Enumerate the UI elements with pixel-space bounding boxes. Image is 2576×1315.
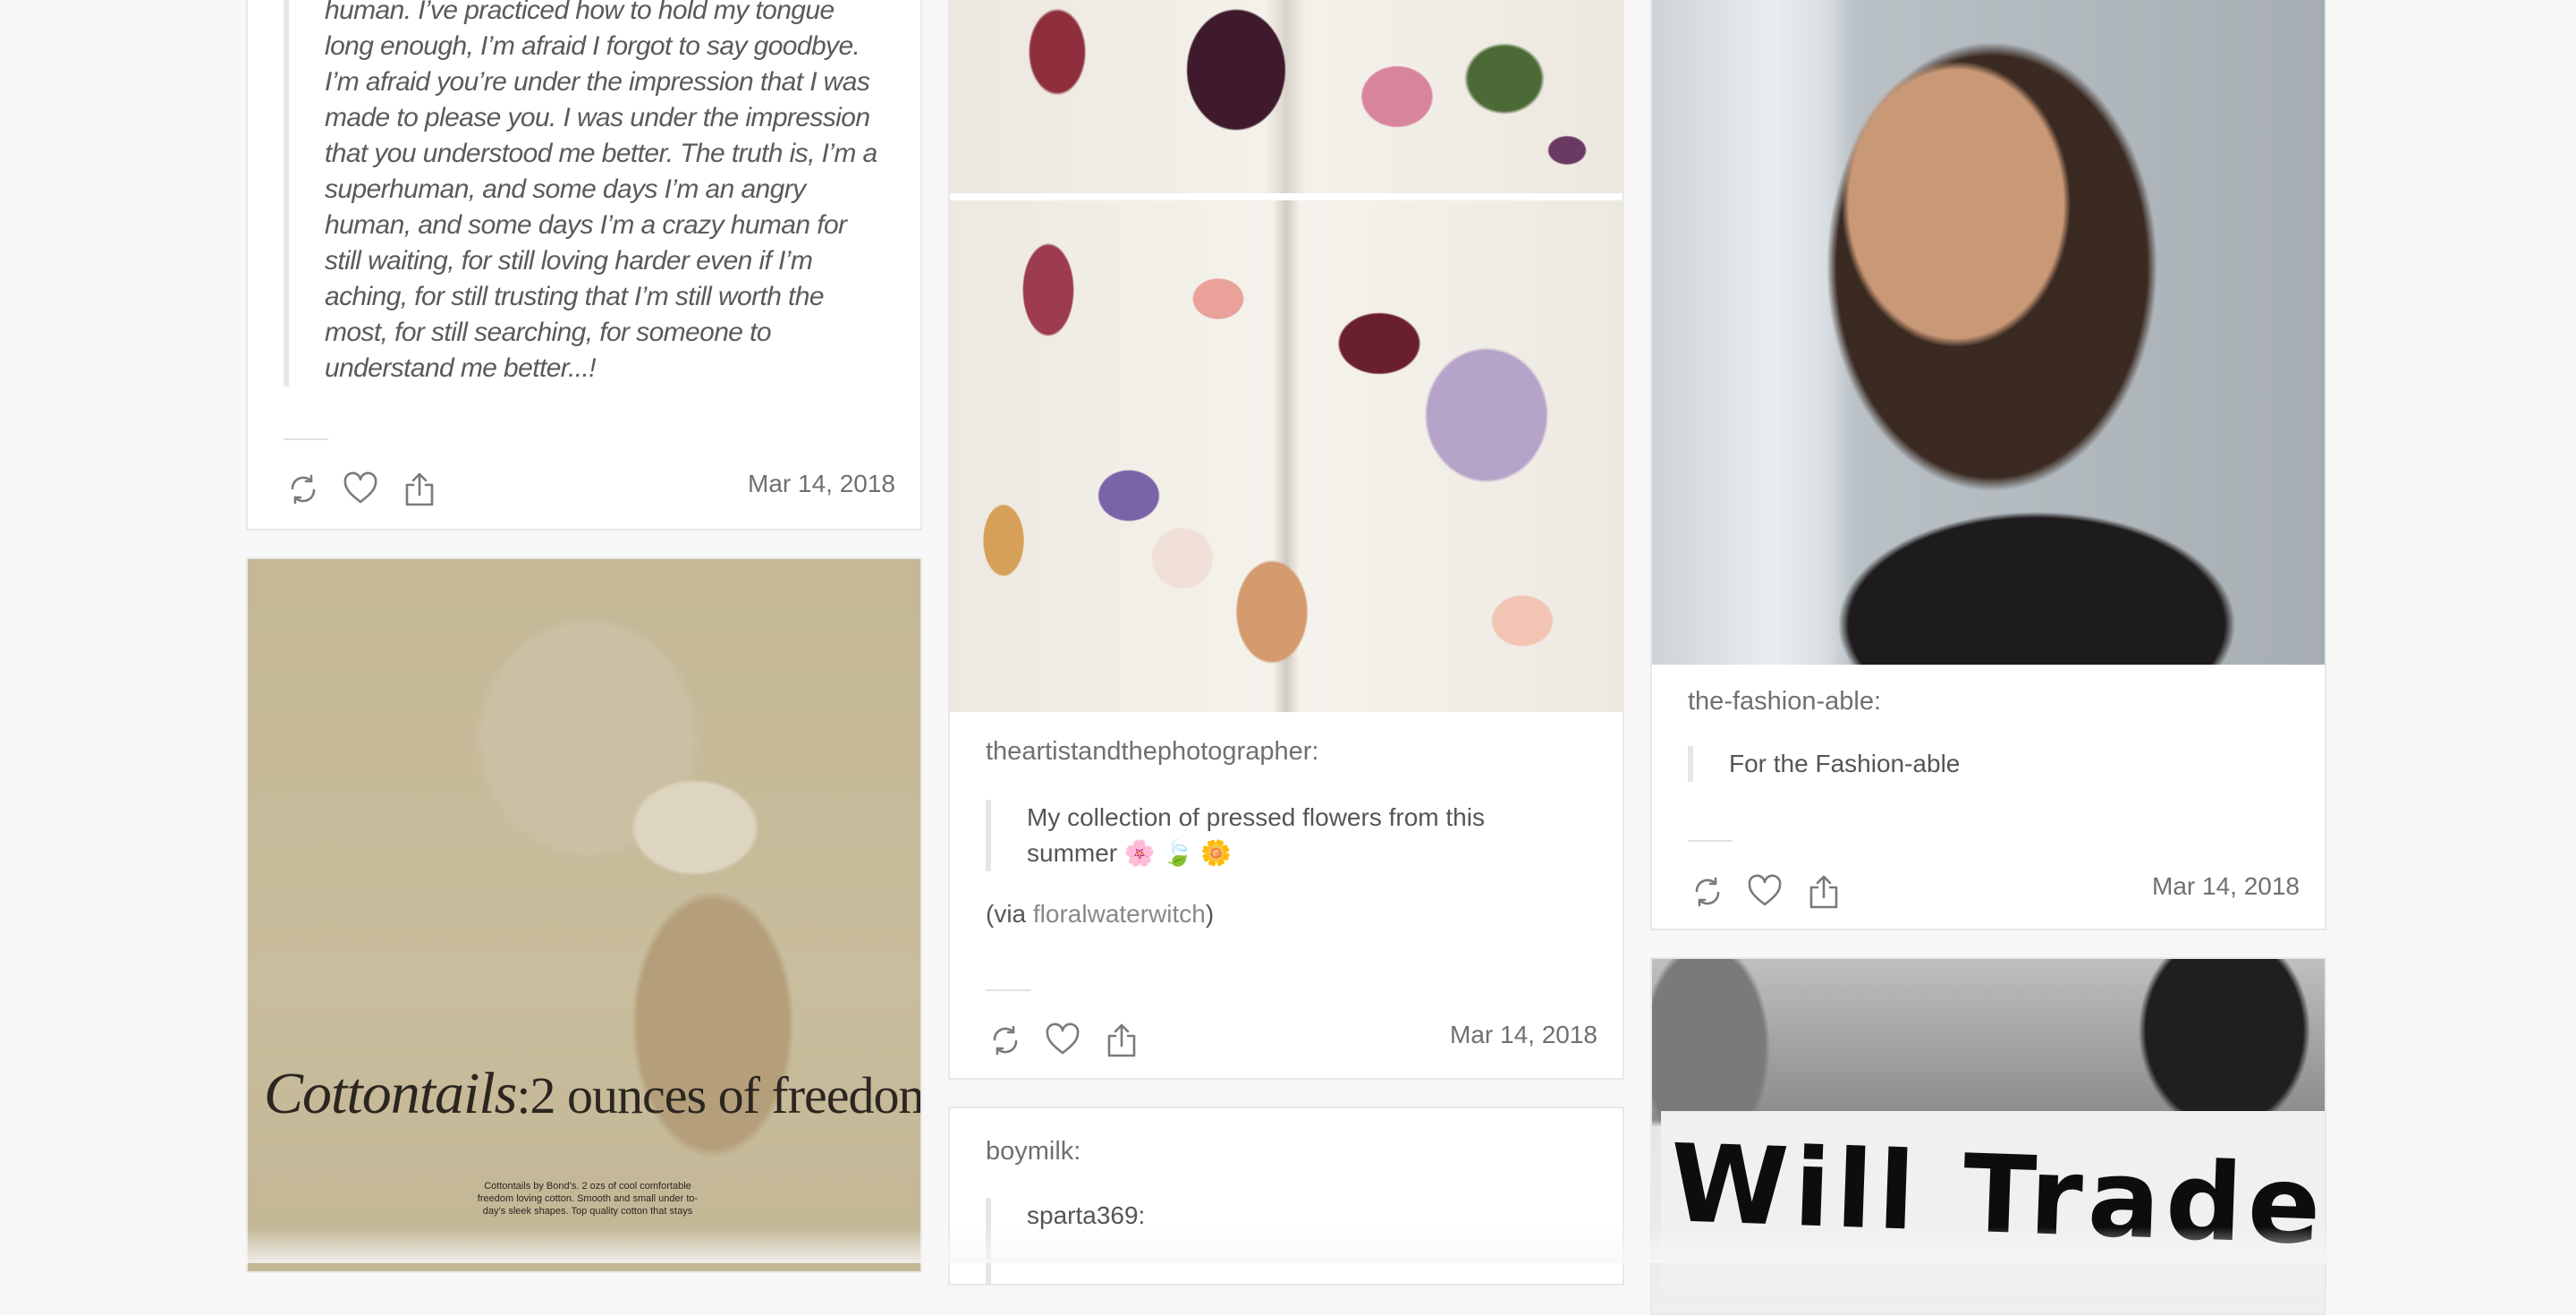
fashion-post-card: the-fashion-able: For the Fashion-able M…: [1650, 0, 2326, 930]
post-source[interactable]: theartistandthephotographer:: [986, 737, 1318, 767]
protest-image[interactable]: Will Trade: [1652, 959, 2325, 1315]
post-divider: [986, 989, 1030, 991]
post-date: Mar 14, 2018: [2152, 872, 2300, 901]
heart-icon[interactable]: [1043, 1021, 1082, 1060]
heart-icon[interactable]: [1745, 872, 1784, 912]
share-icon[interactable]: [1804, 872, 1843, 912]
vintage-ad-headline: Cottontails:2 ounces of freedom.: [264, 1060, 920, 1128]
quote-text: human. I’ve practiced how to hold my ton…: [284, 0, 888, 386]
flowers-post-card: theartistandthephotographer: My collecti…: [948, 0, 1624, 1080]
post-quote: For the Fashion-able: [1688, 746, 2242, 782]
pressed-flowers-image-top[interactable]: [950, 0, 1623, 193]
post-source[interactable]: boymilk:: [986, 1137, 1080, 1167]
via-line: (via floralwaterwitch): [986, 900, 1214, 929]
share-icon[interactable]: [400, 470, 439, 509]
reblog-icon[interactable]: [1688, 872, 1727, 912]
heart-icon[interactable]: [341, 470, 380, 509]
fashion-portrait-image[interactable]: [1652, 0, 2325, 665]
vintage-ad-post-card: Cottontails:2 ounces of freedom. Cottont…: [246, 557, 922, 1273]
post-actions: Mar 14, 2018: [986, 1021, 1594, 1060]
nested-source[interactable]: sparta369:: [1027, 1201, 1145, 1229]
post-actions: Mar 14, 2018: [1688, 872, 2296, 912]
quote-post-card: human. I’ve practiced how to hold my ton…: [246, 0, 922, 530]
pressed-flowers-image[interactable]: [950, 200, 1623, 712]
post-date: Mar 14, 2018: [1450, 1021, 1597, 1049]
post-divider: [284, 438, 328, 440]
post-actions: Mar 14, 2018: [284, 470, 892, 509]
post-date: Mar 14, 2018: [748, 470, 895, 498]
reblog-icon[interactable]: [284, 470, 323, 509]
post-quote: My collection of pressed flowers from th…: [986, 800, 1540, 871]
protest-post-card: Will Trade: [1650, 957, 2326, 1315]
post-divider: [1688, 840, 1733, 842]
vintage-ad-image[interactable]: Cottontails:2 ounces of freedom. Cottont…: [248, 559, 920, 1273]
boymilk-post-card: boymilk: sparta369:: [948, 1107, 1624, 1285]
vintage-ad-small-print: Cottontails by Bond’s. 2 ozs of cool com…: [471, 1180, 704, 1217]
reblog-icon[interactable]: [986, 1021, 1025, 1060]
nested-quote: sparta369:: [986, 1198, 1540, 1285]
via-link[interactable]: floralwaterwitch: [1033, 900, 1206, 928]
post-source[interactable]: the-fashion-able:: [1688, 687, 1881, 717]
share-icon[interactable]: [1102, 1021, 1141, 1060]
protest-sign-text: Will Trade: [1668, 1122, 2325, 1269]
